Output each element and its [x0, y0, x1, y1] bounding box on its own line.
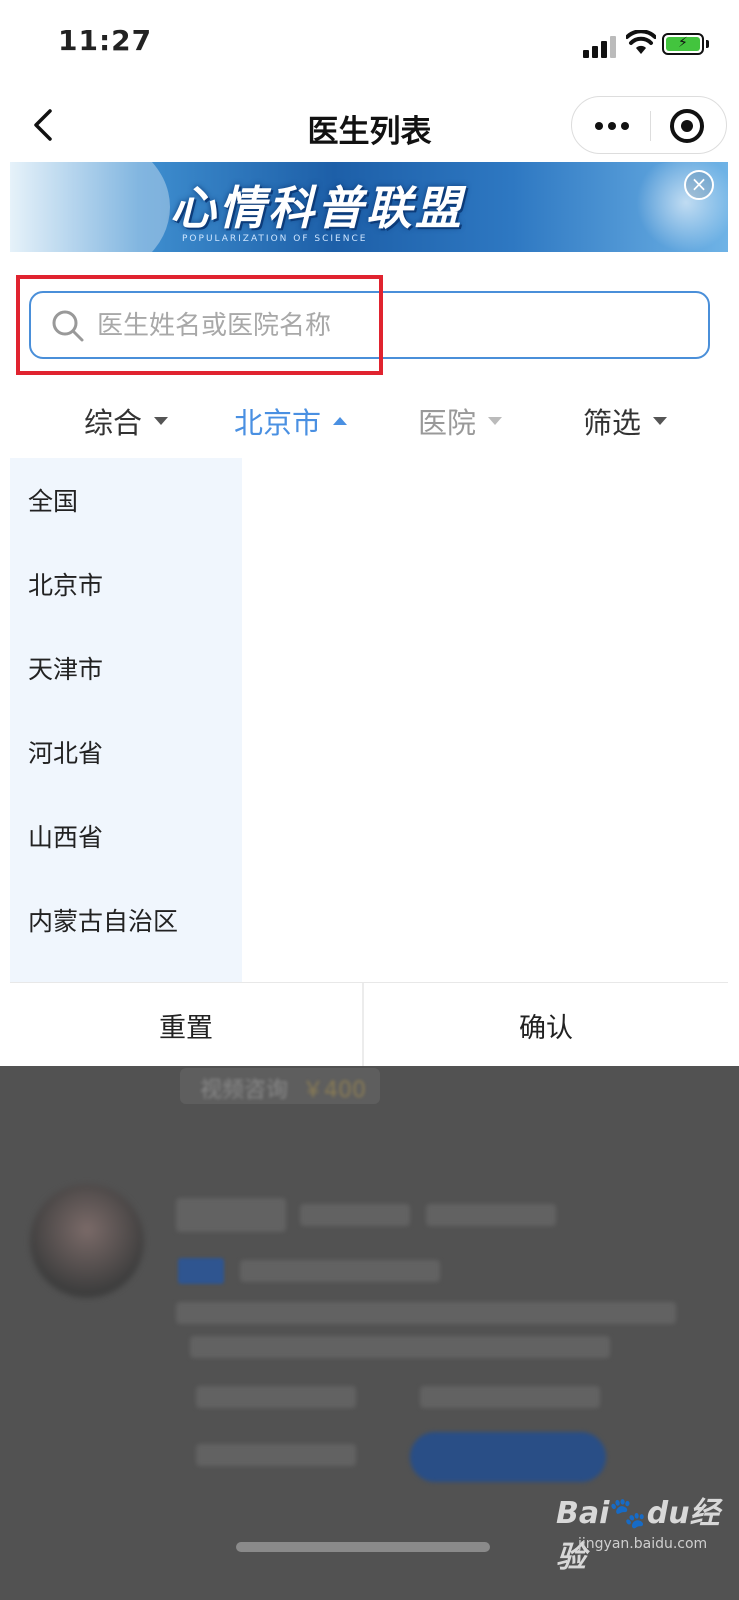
caret-up-icon — [333, 417, 348, 425]
service-label: 视频咨询 — [200, 1078, 289, 1103]
watermark-brand: Bai — [556, 1496, 610, 1531]
filter-more[interactable]: 筛选 — [583, 400, 668, 442]
nav-bar: 医生列表 — [0, 88, 739, 162]
region-item[interactable]: 全国 — [28, 482, 78, 518]
mini-program-capsule — [571, 96, 727, 154]
blurred-text — [240, 1260, 440, 1282]
capsule-divider — [650, 111, 651, 141]
more-icon[interactable] — [592, 111, 632, 141]
doctor-avatar — [30, 1184, 144, 1298]
wifi-icon — [626, 30, 656, 54]
region-item[interactable]: 内蒙古自治区 — [28, 902, 178, 938]
battery-tip — [706, 40, 709, 48]
battery-icon: ⚡ — [662, 33, 704, 55]
filter-label: 医院 — [418, 406, 477, 440]
region-item[interactable]: 山西省 — [28, 818, 103, 854]
reset-button[interactable]: 重置 — [10, 983, 362, 1067]
blurred-text — [196, 1386, 356, 1408]
mask-overlay[interactable]: 视频咨询 ￥400 Bai🐾du经验 jingyan.baidu.com — [0, 1066, 739, 1600]
caret-down-icon — [488, 417, 503, 425]
watermark-brand-mid: du — [646, 1496, 690, 1531]
region-item[interactable]: 河北省 — [28, 734, 103, 770]
annotation-highlight-box — [16, 275, 383, 375]
action-bar: 重置 确认 — [10, 982, 728, 1067]
blurred-text — [190, 1336, 610, 1358]
banner-title: 心情科普联盟 — [170, 181, 464, 235]
filter-hospital[interactable]: 医院 — [418, 400, 503, 442]
close-miniprogram-icon[interactable] — [670, 109, 704, 143]
filter-label: 筛选 — [583, 406, 642, 440]
filter-bar: 综合 北京市 医院 筛选 — [0, 390, 739, 450]
banner-subtitle: POPULARIZATION OF SCIENCE — [182, 234, 368, 244]
caret-down-icon — [154, 417, 169, 425]
blurred-text — [176, 1302, 676, 1324]
filter-comprehensive[interactable]: 综合 — [84, 400, 169, 442]
service-tag: 视频咨询 ￥400 — [180, 1068, 380, 1104]
signal-icon — [583, 36, 619, 58]
baidu-watermark: Bai🐾du经验 — [556, 1488, 739, 1576]
blurred-text — [426, 1204, 556, 1226]
filter-label: 综合 — [84, 406, 143, 440]
watermark-url: jingyan.baidu.com — [578, 1536, 708, 1552]
paw-icon: 🐾 — [609, 1496, 647, 1531]
banner[interactable]: 心情科普联盟 POPULARIZATION OF SCIENCE — [10, 162, 728, 252]
confirm-button[interactable]: 确认 — [364, 983, 728, 1067]
banner-close-icon[interactable]: × — [684, 170, 714, 200]
region-dropdown: 全国 北京市 天津市 河北省 山西省 内蒙古自治区 — [10, 458, 728, 982]
blurred-text — [420, 1386, 600, 1408]
sub-region-panel — [242, 458, 728, 982]
status-bar: 11:27 ⚡ — [0, 0, 739, 88]
service-price: ￥400 — [302, 1078, 366, 1103]
banner-head-graphic — [620, 162, 728, 252]
blurred-text — [300, 1204, 410, 1226]
home-indicator[interactable] — [236, 1542, 490, 1552]
blurred-consult-button — [410, 1432, 606, 1482]
caret-down-icon — [653, 417, 668, 425]
filter-city[interactable]: 北京市 — [234, 400, 348, 442]
status-time: 11:27 — [58, 24, 153, 57]
blurred-badge — [178, 1258, 224, 1284]
region-item[interactable]: 北京市 — [28, 566, 103, 602]
region-list: 全国 北京市 天津市 河北省 山西省 内蒙古自治区 — [10, 458, 242, 982]
blurred-text — [196, 1444, 356, 1466]
blurred-doctor-name — [176, 1198, 286, 1232]
region-item[interactable]: 天津市 — [28, 650, 103, 686]
filter-label: 北京市 — [234, 406, 322, 440]
